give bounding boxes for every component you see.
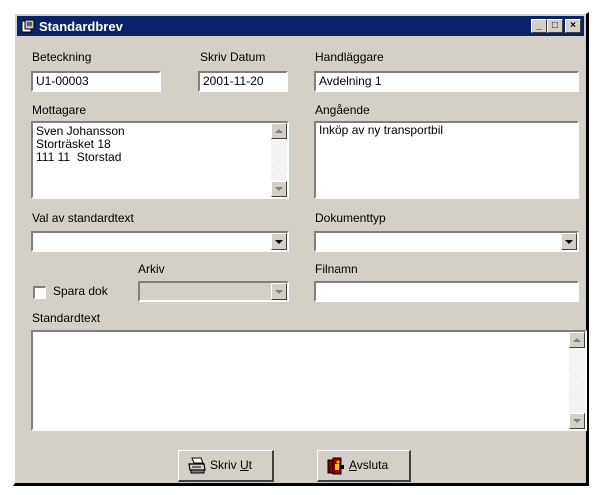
scroll-up-button[interactable]: [569, 332, 585, 348]
standardtext-label: Standardtext: [32, 311, 101, 325]
avsluta-button[interactable]: Avsluta: [317, 450, 411, 482]
standardtext-textarea[interactable]: [31, 330, 587, 431]
skriv-datum-input[interactable]: 2001-11-20: [198, 71, 288, 92]
skriv-ut-button[interactable]: Skriv Ut: [178, 450, 274, 482]
scroll-down-button[interactable]: [569, 413, 585, 429]
chevron-down-icon: [275, 290, 283, 294]
app-icon: [21, 19, 35, 33]
window-title: Standardbrev: [39, 19, 123, 34]
mottagare-scrollbar[interactable]: [271, 123, 287, 197]
skriv-ut-label: Skriv Ut: [210, 458, 253, 472]
val-av-standardtext-dropdown-button[interactable]: [271, 233, 287, 250]
angaende-textarea[interactable]: Inköp av ny transportbil: [314, 121, 579, 199]
title-bar[interactable]: Standardbrev _ □ ×: [17, 16, 584, 36]
spara-dok-label[interactable]: Spara dok: [53, 284, 108, 298]
minimize-button[interactable]: _: [531, 19, 547, 33]
chevron-down-icon: [275, 240, 283, 244]
arkiv-dropdown-button[interactable]: [271, 283, 287, 300]
arrow-down-icon: [275, 187, 283, 191]
avsluta-label: Avsluta: [349, 458, 389, 472]
beteckning-input[interactable]: U1-00003: [31, 71, 161, 92]
filnamn-label: Filnamn: [315, 262, 358, 276]
arkiv-label: Arkiv: [138, 262, 165, 276]
skriv-datum-label: Skriv Datum: [200, 50, 266, 64]
scroll-down-button[interactable]: [271, 181, 287, 197]
handlaggare-label: Handläggare: [315, 50, 384, 64]
arrow-up-icon: [275, 129, 283, 133]
arrow-up-icon: [573, 338, 581, 342]
arrow-down-icon: [573, 419, 581, 423]
beteckning-label: Beteckning: [32, 50, 92, 64]
spara-dok-checkbox[interactable]: [33, 286, 46, 299]
standardtext-scrollbar[interactable]: [569, 332, 585, 429]
mottagare-textarea[interactable]: Sven Johansson Storträsket 18 111 11 Sto…: [31, 121, 289, 199]
filnamn-input[interactable]: [314, 281, 579, 302]
chevron-down-icon: [565, 240, 573, 244]
arkiv-select[interactable]: [138, 281, 289, 302]
val-av-standardtext-label: Val av standardtext: [32, 211, 134, 225]
close-button[interactable]: ×: [565, 19, 581, 33]
printer-icon: [188, 457, 206, 474]
val-av-standardtext-select[interactable]: [31, 231, 289, 252]
dokumenttyp-select[interactable]: [314, 231, 579, 252]
standardbrev-window: Standardbrev _ □ × Beteckning Skriv Datu…: [13, 12, 589, 486]
mottagare-label: Mottagare: [32, 103, 87, 117]
maximize-button[interactable]: □: [547, 19, 563, 33]
dokumenttyp-label: Dokumenttyp: [315, 211, 386, 225]
exit-icon: [327, 457, 344, 475]
mottagare-text: Sven Johansson Storträsket 18 111 11 Sto…: [36, 124, 125, 164]
angaende-label: Angående: [315, 103, 370, 117]
scroll-up-button[interactable]: [271, 123, 287, 139]
handlaggare-input[interactable]: Avdelning 1: [314, 71, 579, 92]
dokumenttyp-dropdown-button[interactable]: [561, 233, 577, 250]
